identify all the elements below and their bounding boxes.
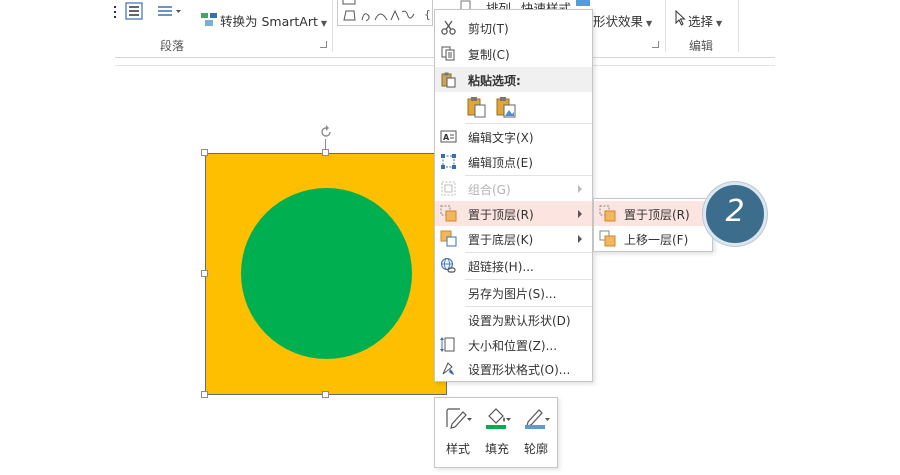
mini-outline-button[interactable]: 轮廓 <box>518 402 554 464</box>
dropdown-arrow-icon: ▼ <box>646 19 653 28</box>
submenu-item-label: 上移一层(F) <box>624 233 689 247</box>
menu-item-label: 另存为图片(S)... <box>468 287 557 301</box>
submenu-item-bring-to-front[interactable]: 置于顶层(R) <box>594 201 712 226</box>
shape-effects-button[interactable]: 形状效果 ▼ <box>593 11 652 30</box>
menu-item-bring-to-front[interactable]: 置于顶层(R) <box>435 201 592 226</box>
bring-to-front-submenu: 置于顶层(R) 上移一层(F) <box>593 198 713 252</box>
step-number-badge: 2 <box>703 182 767 246</box>
group-separator <box>332 0 333 52</box>
menu-item-label: 大小和位置(Z)... <box>468 339 558 353</box>
menu-item-copy[interactable]: 复制(C) <box>435 41 592 66</box>
scissors-icon <box>441 20 456 35</box>
mini-toolbar-label: 轮廓 <box>523 442 548 456</box>
edit-text-icon: A <box>440 130 457 143</box>
resize-handle-bottom-left[interactable] <box>201 391 208 398</box>
outline-icon <box>525 409 550 429</box>
align-text-icon[interactable] <box>158 5 182 17</box>
menu-item-label: 组合(G) <box>468 183 511 197</box>
mini-style-button[interactable]: 样式 <box>440 402 476 464</box>
menu-item-edit-text[interactable]: A 编辑文字(X) <box>435 124 592 149</box>
smartart-icon[interactable] <box>200 11 218 27</box>
shape-fill-swatch[interactable] <box>576 0 590 6</box>
menu-item-size-position[interactable]: 大小和位置(Z)... <box>435 332 592 357</box>
edit-points-icon <box>441 154 456 169</box>
paste-options-label: 粘贴选项: <box>468 74 521 88</box>
step-number: 2 <box>725 194 745 229</box>
menu-item-label: 设置为默认形状(D) <box>468 314 571 328</box>
mini-toolbar-label: 填充 <box>484 442 509 456</box>
context-menu: 剪切(T) 复制(C) 粘贴选项: A 编辑文字(X) 编辑顶点(E) 组合(G… <box>434 9 593 382</box>
bullet-list-icon[interactable] <box>113 4 123 20</box>
edit-group-label: 编辑 <box>689 39 714 53</box>
paste-as-picture-icon[interactable] <box>495 96 517 118</box>
size-position-icon <box>440 337 455 352</box>
format-shape-icon <box>442 362 454 375</box>
group-separator <box>738 0 739 52</box>
menu-item-cut[interactable]: 剪切(T) <box>435 15 592 40</box>
group-separator <box>665 0 666 52</box>
menu-item-format-shape[interactable]: 设置形状格式(O)... <box>435 356 592 381</box>
shape-gallery[interactable]: { <box>337 0 433 26</box>
mini-toolbar: 样式 填充 轮廓 <box>434 397 558 468</box>
group-icon <box>441 181 456 196</box>
drawing-launcher-icon[interactable] <box>652 41 659 48</box>
green-circle-shape[interactable] <box>241 188 412 359</box>
submenu-arrow-icon <box>578 185 582 193</box>
paste-icon <box>441 72 456 88</box>
svg-text:{: { <box>424 8 431 21</box>
paste-options-header: 粘贴选项: <box>435 67 592 92</box>
paragraph-group-label: 段落 <box>160 39 185 53</box>
submenu-item-bring-forward[interactable]: 上移一层(F) <box>594 226 712 251</box>
paragraph-launcher-icon[interactable] <box>320 41 327 48</box>
menu-item-hyperlink[interactable]: 超链接(H)... <box>435 253 592 278</box>
rotate-handle-icon[interactable] <box>319 125 333 139</box>
select-label: 选择 <box>688 14 714 29</box>
mini-fill-button[interactable]: 填充 <box>479 402 515 464</box>
submenu-item-label: 置于顶层(R) <box>624 208 690 222</box>
menu-item-label: 设置形状格式(O)... <box>468 363 571 377</box>
svg-text:A: A <box>443 133 450 142</box>
shape-effects-label: 形状效果 <box>593 14 644 29</box>
menu-item-label: 编辑顶点(E) <box>468 156 533 170</box>
submenu-arrow-icon <box>578 235 582 243</box>
resize-handle-left[interactable] <box>201 270 208 277</box>
menu-item-send-to-back[interactable]: 置于底层(K) <box>435 226 592 251</box>
menu-item-label: 剪切(T) <box>468 22 509 36</box>
convert-smartart-button[interactable]: 转换为 SmartArt ▼ <box>220 11 327 30</box>
copy-icon <box>441 46 455 61</box>
send-to-back-icon <box>440 230 457 247</box>
menu-item-set-default-shape[interactable]: 设置为默认形状(D) <box>435 307 592 332</box>
dropdown-arrow-icon: ▼ <box>716 19 723 28</box>
menu-item-group[interactable]: 组合(G) <box>435 176 592 201</box>
resize-handle-bottom[interactable] <box>322 391 329 398</box>
bring-forward-icon <box>599 230 616 247</box>
menu-item-edit-points[interactable]: 编辑顶点(E) <box>435 149 592 174</box>
hyperlink-icon <box>441 258 456 273</box>
cursor-arrow-icon <box>675 10 686 26</box>
fill-icon <box>486 408 511 429</box>
resize-handle-top-left[interactable] <box>201 149 208 156</box>
paste-keep-source-icon[interactable] <box>466 96 488 118</box>
shape-gallery-icons[interactable]: { <box>338 0 434 26</box>
menu-item-label: 超链接(H)... <box>468 260 534 274</box>
resize-handle-top[interactable] <box>322 149 329 156</box>
menu-item-label: 置于顶层(R) <box>468 208 534 222</box>
select-button[interactable]: 选择 ▼ <box>688 11 722 30</box>
mini-toolbar-label: 样式 <box>445 442 470 456</box>
bring-to-front-icon <box>440 205 457 222</box>
menu-item-label: 置于底层(K) <box>468 233 534 247</box>
menu-item-save-as-picture[interactable]: 另存为图片(S)... <box>435 280 592 305</box>
submenu-arrow-icon <box>578 210 582 218</box>
text-direction-icon[interactable] <box>125 2 143 20</box>
dropdown-arrow-icon: ▼ <box>320 19 328 28</box>
bring-to-front-icon <box>599 205 616 222</box>
convert-smartart-label: 转换为 SmartArt <box>220 14 318 29</box>
menu-item-label: 复制(C) <box>468 48 510 62</box>
style-icon <box>446 408 472 429</box>
menu-item-label: 编辑文字(X) <box>468 131 534 145</box>
